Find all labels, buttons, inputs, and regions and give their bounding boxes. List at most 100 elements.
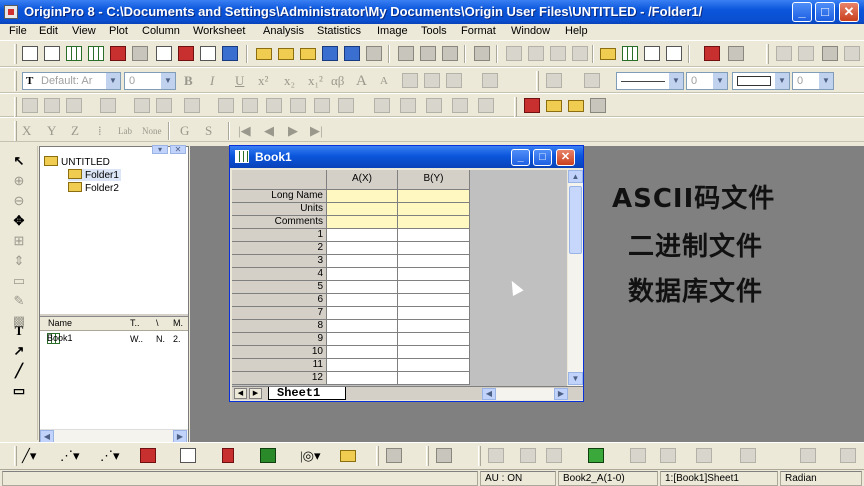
- menu-statistics[interactable]: Statistics: [317, 25, 361, 37]
- rescale-icon[interactable]: [22, 98, 38, 113]
- tool-options-icon[interactable]: [590, 98, 606, 113]
- scroll-left-icon[interactable]: ◀: [482, 388, 496, 400]
- text-tool-icon[interactable]: T: [10, 322, 28, 339]
- 3d-plot-icon[interactable]: [386, 448, 402, 463]
- cut-icon[interactable]: [776, 46, 792, 61]
- toolbar-grip[interactable]: [478, 446, 481, 466]
- area-plot-icon[interactable]: [260, 448, 276, 463]
- set-x-column-button[interactable]: X: [22, 123, 31, 139]
- row-header[interactable]: 11: [232, 359, 327, 372]
- move-to-last-icon[interactable]: ▶|: [310, 123, 323, 139]
- axis-box-icon[interactable]: [266, 98, 282, 113]
- border-width-combo[interactable]: 0 ▼: [792, 72, 834, 90]
- table-icon[interactable]: [374, 98, 390, 113]
- toolbar-grip[interactable]: [536, 71, 539, 91]
- col-header-modified[interactable]: M.: [173, 318, 183, 328]
- data-cell-b[interactable]: [398, 333, 470, 346]
- zoom-out-icon[interactable]: ⊖: [10, 192, 28, 209]
- data-cell-b[interactable]: [398, 281, 470, 294]
- polar-plot-icon[interactable]: |◎▾: [300, 448, 320, 464]
- underline-button[interactable]: U: [235, 73, 244, 89]
- origin-app-icon[interactable]: [4, 5, 18, 19]
- col-header-view[interactable]: \: [156, 318, 159, 328]
- tab-prev-icon[interactable]: ◀: [234, 388, 247, 399]
- border-style-combo[interactable]: ▼: [732, 72, 790, 90]
- pen-icon[interactable]: [546, 100, 562, 112]
- add-layer-icon[interactable]: [156, 98, 172, 113]
- column-header-a[interactable]: A(X): [327, 170, 398, 190]
- workbook-minimize-button[interactable]: _: [511, 149, 530, 166]
- scroll-down-icon[interactable]: ▼: [568, 372, 583, 385]
- scatter-plot-icon[interactable]: ⋰▾: [60, 448, 80, 464]
- menu-file[interactable]: File: [9, 25, 27, 37]
- row-header-label[interactable]: Comments: [232, 216, 327, 229]
- disregard-column-button[interactable]: None: [142, 126, 162, 136]
- data-cell-a[interactable]: [327, 320, 398, 333]
- line-color-icon[interactable]: [584, 73, 600, 88]
- label-cell-a[interactable]: [327, 190, 398, 203]
- import-multiple-ascii-icon[interactable]: [420, 46, 436, 61]
- legend-icon[interactable]: [426, 98, 442, 113]
- label-cell-b[interactable]: [398, 216, 470, 229]
- set-group-button[interactable]: G: [180, 123, 189, 139]
- workbook-close-button[interactable]: ✕: [556, 149, 575, 166]
- menu-analysis[interactable]: Analysis: [263, 25, 304, 37]
- row-header-label[interactable]: Units: [232, 203, 327, 216]
- menu-worksheet[interactable]: Worksheet: [193, 25, 245, 37]
- regional-selector-icon[interactable]: ▭: [10, 272, 28, 289]
- line-width-combo[interactable]: 0 ▼: [686, 72, 728, 90]
- tree-folder1[interactable]: Folder1: [68, 169, 121, 181]
- layer-grid-icon[interactable]: [184, 98, 200, 113]
- line-symbol-plot-icon[interactable]: ⋰▾: [100, 448, 120, 464]
- supsubscript-button[interactable]: x₁²: [308, 73, 323, 89]
- data-cell-b[interactable]: [398, 229, 470, 242]
- new-matrix-icon[interactable]: [132, 46, 148, 61]
- data-cell-b[interactable]: [398, 242, 470, 255]
- menu-help[interactable]: Help: [565, 25, 588, 37]
- toolbar-grip[interactable]: [14, 97, 17, 117]
- axis-right-icon[interactable]: [290, 98, 306, 113]
- font-combo[interactable]: T Default: Ar ▼: [22, 72, 121, 90]
- tilt-icon[interactable]: [740, 448, 756, 463]
- menu-column[interactable]: Column: [142, 25, 180, 37]
- zoom-in-icon[interactable]: ⊕: [10, 172, 28, 189]
- row-header[interactable]: 9: [232, 333, 327, 346]
- chevron-down-icon[interactable]: ▼: [819, 73, 833, 89]
- data-reader-icon[interactable]: ⊞: [10, 232, 28, 249]
- axis-all-icon[interactable]: [338, 98, 354, 113]
- column-plot-icon[interactable]: [140, 448, 156, 463]
- export-icon[interactable]: [366, 46, 382, 61]
- screen-reader-icon[interactable]: ✥: [10, 212, 28, 229]
- menu-plot[interactable]: Plot: [109, 25, 128, 37]
- extract-icon[interactable]: [44, 98, 60, 113]
- move-to-first-icon[interactable]: |◀: [238, 123, 251, 139]
- set-error-column-button[interactable]: ⁞: [98, 123, 102, 139]
- graph-template-icon[interactable]: [180, 448, 196, 463]
- arrange-layers-icon[interactable]: [134, 98, 150, 113]
- data-cell-a[interactable]: [327, 229, 398, 242]
- font-size-combo[interactable]: 0 ▼: [124, 72, 176, 90]
- list-icon[interactable]: [400, 98, 416, 113]
- highlight-icon[interactable]: [568, 100, 584, 112]
- menu-image[interactable]: Image: [377, 25, 408, 37]
- scroll-right-icon[interactable]: ▶: [554, 388, 568, 400]
- data-cell-b[interactable]: [398, 255, 470, 268]
- tree-folder2[interactable]: Folder2: [68, 182, 119, 194]
- data-cell-b[interactable]: [398, 372, 470, 385]
- data-cell-a[interactable]: [327, 268, 398, 281]
- axis-top-icon[interactable]: [314, 98, 330, 113]
- line-tool-icon[interactable]: ╱: [10, 362, 28, 379]
- workbook-title-bar[interactable]: Book1 _ □ ✕: [230, 146, 583, 168]
- draw-color-icon[interactable]: [524, 98, 540, 113]
- scale-bar-icon[interactable]: [478, 98, 494, 113]
- data-cell-a[interactable]: [327, 333, 398, 346]
- data-cell-a[interactable]: [327, 255, 398, 268]
- data-cell-b[interactable]: [398, 359, 470, 372]
- fill-icon[interactable]: [546, 73, 562, 88]
- label-cell-a[interactable]: [327, 216, 398, 229]
- perspective-icon[interactable]: [800, 448, 816, 463]
- toolbar-grip[interactable]: [376, 446, 379, 466]
- explorer-hscrollbar[interactable]: ◀ ▶: [40, 429, 188, 443]
- image-plot-icon[interactable]: [630, 448, 646, 463]
- recalculate-all-icon[interactable]: [572, 46, 588, 61]
